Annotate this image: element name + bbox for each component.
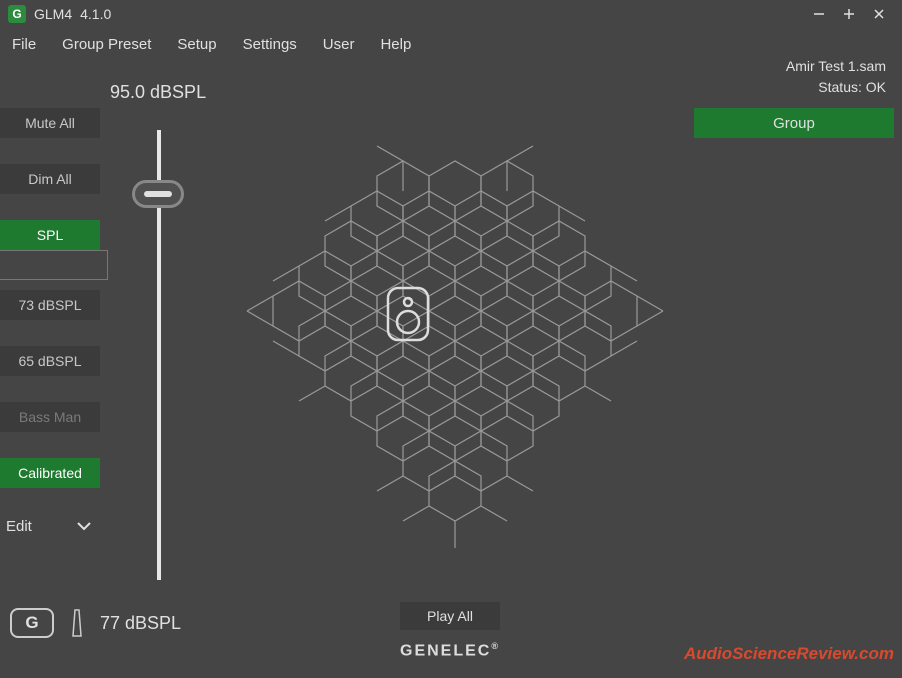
volume-slider-thumb[interactable] [132,180,184,208]
menu-file[interactable]: File [12,36,36,53]
chevron-down-icon [76,518,92,535]
mute-all-button[interactable]: Mute All [0,108,100,138]
close-button[interactable] [864,0,894,28]
preset-65-button[interactable]: 65 dBSPL [0,346,100,376]
play-all-button[interactable]: Play All [400,602,500,630]
spl-readout: 95.0 dBSPL [110,82,206,103]
preset-73-button[interactable]: 73 dBSPL [0,290,100,320]
edit-dropdown[interactable]: Edit [0,514,98,539]
menu-group-preset[interactable]: Group Preset [62,36,151,53]
status-area: Amir Test 1.sam Status: OK [786,56,886,98]
brand-logo: GENELEC® [400,641,500,660]
spl-level-slot[interactable] [0,250,108,280]
bass-man-button[interactable]: Bass Man [0,402,100,432]
edit-label: Edit [6,518,32,535]
network-status-badge[interactable]: G [10,608,54,638]
calibrated-button[interactable]: Calibrated [0,458,100,488]
bottom-row: G 77 dBSPL [10,608,181,638]
menu-setup[interactable]: Setup [177,36,216,53]
minimize-button[interactable] [804,0,834,28]
status-text: Status: OK [786,77,886,98]
app-version: 4.1.0 [80,6,111,22]
maximize-button[interactable] [834,0,864,28]
app-icon: G [8,5,26,23]
speaker-layout-grid[interactable] [240,128,670,578]
speaker-icon [388,288,428,340]
menu-user[interactable]: User [323,36,355,53]
sidebar: Mute All Dim All SPL 73 dBSPL 65 dBSPL B… [0,108,110,539]
app-name: GLM4 [34,6,72,22]
menubar: File Group Preset Setup Settings User He… [0,28,902,60]
menu-help[interactable]: Help [380,36,411,53]
spl-button[interactable]: SPL [0,220,100,250]
titlebar: G GLM4 4.1.0 [0,0,902,28]
dim-all-button[interactable]: Dim All [0,164,100,194]
group-button[interactable]: Group [694,108,894,138]
watermark-text: AudioScienceReview.com [684,644,894,664]
session-filename: Amir Test 1.sam [786,56,886,77]
microphone-icon[interactable] [70,608,84,638]
hex-grid-svg [240,128,670,578]
menu-settings[interactable]: Settings [243,36,297,53]
measured-spl: 77 dBSPL [100,613,181,634]
